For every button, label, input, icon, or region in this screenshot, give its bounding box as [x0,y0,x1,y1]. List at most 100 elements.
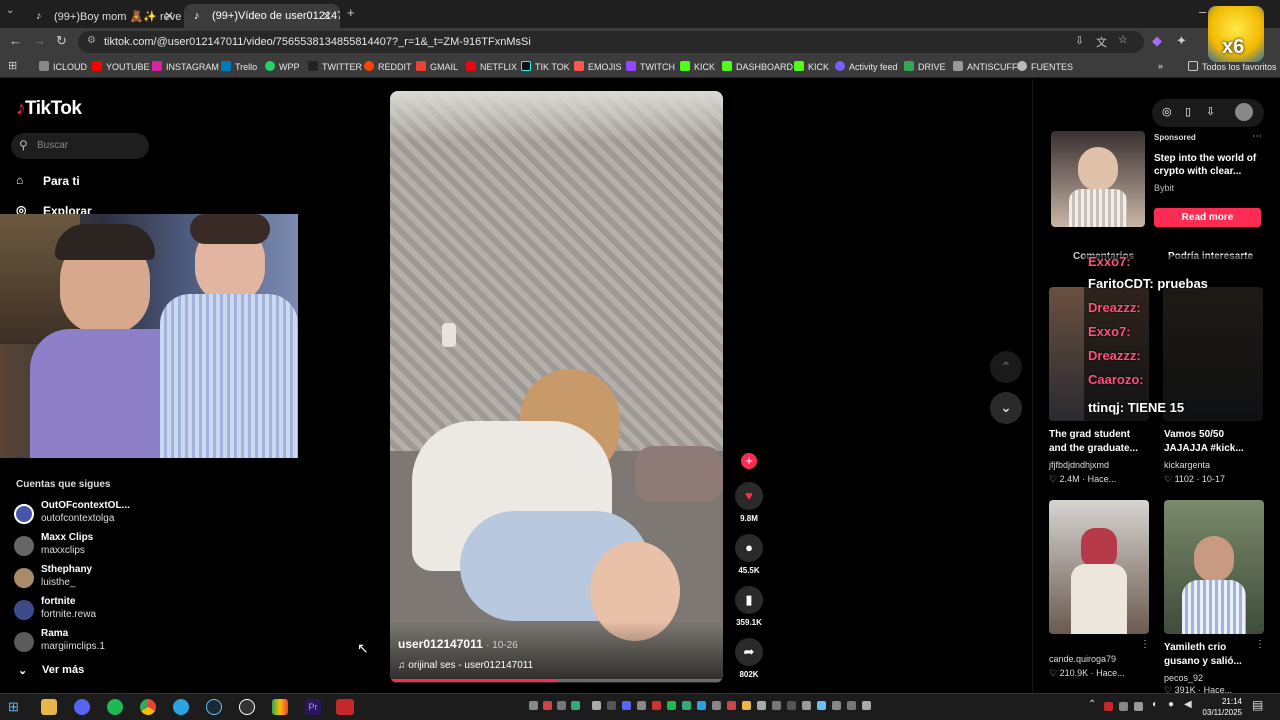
previous-video-button[interactable]: ⌃ [990,351,1022,383]
bookmark-reddit[interactable]: REDDIT [364,61,412,72]
bookmark-icloud[interactable]: ICLOUD [39,61,87,72]
bookmark-drive[interactable]: DRIVE [904,61,946,72]
tray-app-icon[interactable] [543,701,552,710]
translate-icon[interactable]: 文 [1096,34,1107,50]
apps-grid-icon[interactable]: ⊞ [8,59,17,72]
related-user[interactable]: cande.quiroga79 [1049,654,1116,664]
video-author[interactable]: user012147011 · 10-26 [398,637,518,651]
close-tab-icon[interactable]: ✕ [322,9,332,23]
extension-twitch-icon[interactable]: ◆ [1152,33,1162,49]
tiktok-logo[interactable]: ♪TikTok [16,98,82,120]
search-input[interactable]: ⚲ Buscar [11,133,149,159]
close-tab-icon[interactable]: ✕ [164,9,174,23]
network-icon[interactable]: ◐ [1152,699,1158,710]
tray-app-icon[interactable] [557,701,566,710]
tray-app-icon[interactable] [667,701,676,710]
bookmark-emojis[interactable]: EMOJIS [574,61,622,72]
clock[interactable]: 21:14 03/11/2025 [1202,696,1242,718]
bookmark-tiktok[interactable]: TIK TOK [521,61,570,72]
bookmark-instagram[interactable]: INSTAGRAM [152,61,219,72]
tray-app-icon[interactable] [727,701,736,710]
steam-icon[interactable] [206,699,222,715]
more-bookmarks-icon[interactable]: » [1158,61,1163,71]
tray-app-icon[interactable] [571,701,580,710]
new-tab-icon[interactable]: + [347,5,355,20]
more-options-icon[interactable]: ⋮ [1140,639,1150,650]
telegram-icon[interactable] [173,699,189,715]
tray-app-icon[interactable] [832,701,841,710]
site-info-icon[interactable]: ⚙ [87,35,96,46]
premiere-icon[interactable]: Pr [305,699,321,715]
bookmark-kick-2[interactable]: KICK [794,61,829,72]
follow-button[interactable]: + [734,453,764,469]
tray-app-icon[interactable] [802,701,811,710]
bookmark-twitter[interactable]: TWITTER [308,61,362,72]
tray-app-icon[interactable] [592,701,601,710]
see-more-button[interactable]: ⌄ Ver más [18,664,84,677]
windows-start-icon[interactable]: ⊞ [8,699,24,715]
chrome-icon[interactable] [140,699,156,715]
address-bar[interactable]: ⚙ tiktok.com/@user012147011/video/756553… [78,31,1144,53]
chevron-up-icon[interactable]: ⌃ [1088,699,1096,710]
tray-app-icon[interactable] [772,701,781,710]
video-sound[interactable]: ♫ orijinal ses - user012147011 [398,660,533,671]
tray-app-icon[interactable] [637,701,646,710]
next-video-button[interactable]: ⌄ [990,392,1022,424]
read-more-button[interactable]: Read more [1154,208,1261,227]
microphone-icon[interactable]: ● [1168,699,1174,710]
tray-app-icon[interactable] [1104,702,1113,711]
bookmark-antiscuff[interactable]: ANTISCUFF [953,61,1018,72]
related-user[interactable]: pecos_92 [1164,673,1203,683]
tray-app-icon[interactable] [622,701,631,710]
bookmark-activity-feed[interactable]: Activity feed [835,61,898,72]
tab-1[interactable]: ♪ (99+)Boy mom 🧸✨ revelación ✕ [26,4,182,28]
tray-app-icon[interactable] [787,701,796,710]
volume-icon[interactable]: ◀ [1184,699,1192,710]
tray-app-icon[interactable] [847,701,856,710]
install-icon[interactable]: ⇩ [1075,34,1084,47]
bookmark-netflix[interactable]: NETFLIX [466,61,517,72]
related-user[interactable]: kickargenta [1164,460,1210,470]
tray-app-icon[interactable] [1134,702,1143,711]
spotify-icon[interactable] [107,699,123,715]
bookmark-trello[interactable]: Trello [221,61,257,72]
tray-app-icon[interactable] [1119,702,1128,711]
back-icon[interactable]: ← [9,33,22,48]
download-icon[interactable]: ⇩ [1206,105,1215,118]
tray-app-icon[interactable] [607,701,616,710]
more-options-icon[interactable]: ⋯ [1252,131,1262,142]
ad-thumbnail[interactable] [1051,131,1145,227]
tab-2[interactable]: ♪ (99+)Vídeo de user012147011 ✕ [184,4,340,28]
related-thumbnail[interactable] [1049,500,1149,634]
video-progress-track[interactable] [390,679,723,682]
tray-app-icon[interactable] [529,701,538,710]
tray-app-icon[interactable] [862,701,871,710]
bookmark-wpp[interactable]: WPP [265,61,300,72]
bookmark-fuentes[interactable]: FUENTES [1017,61,1073,72]
file-explorer-icon[interactable] [41,699,57,715]
tray-app-icon[interactable] [652,701,661,710]
save-button[interactable]: ▮ 359.1K [734,586,764,627]
all-bookmarks[interactable]: Todos los favoritos [1188,61,1277,72]
forward-icon[interactable]: → [33,33,46,48]
compass-icon[interactable]: ◎ [1162,105,1172,118]
extensions-icon[interactable]: ✦ [1176,33,1187,49]
bookmark-star-icon[interactable]: ☆ [1118,33,1128,46]
tray-app-icon[interactable] [697,701,706,710]
notifications-icon[interactable]: ▤ [1252,698,1263,712]
tray-app-icon[interactable] [817,701,826,710]
bookmark-twitch[interactable]: TWITCH [626,61,675,72]
share-button[interactable]: ➦ 802K [734,638,764,679]
profile-avatar[interactable] [1235,103,1253,121]
tab-search-icon[interactable]: ⌄ [6,5,14,16]
bookmark-youtube[interactable]: YOUTUBE [92,61,150,72]
bookmark-gmail[interactable]: GMAIL [416,61,458,72]
app-icon[interactable] [336,699,354,715]
phone-icon[interactable]: ▯ [1185,105,1191,118]
tray-app-icon[interactable] [742,701,751,710]
tray-app-icon[interactable] [682,701,691,710]
tray-app-icon[interactable] [712,701,721,710]
comment-button[interactable]: ● 45.5K [734,534,764,575]
video-player[interactable]: user012147011 · 10-26 ♫ orijinal ses - u… [390,91,723,683]
nav-for-you[interactable]: ⌂ Para ti [16,173,80,188]
